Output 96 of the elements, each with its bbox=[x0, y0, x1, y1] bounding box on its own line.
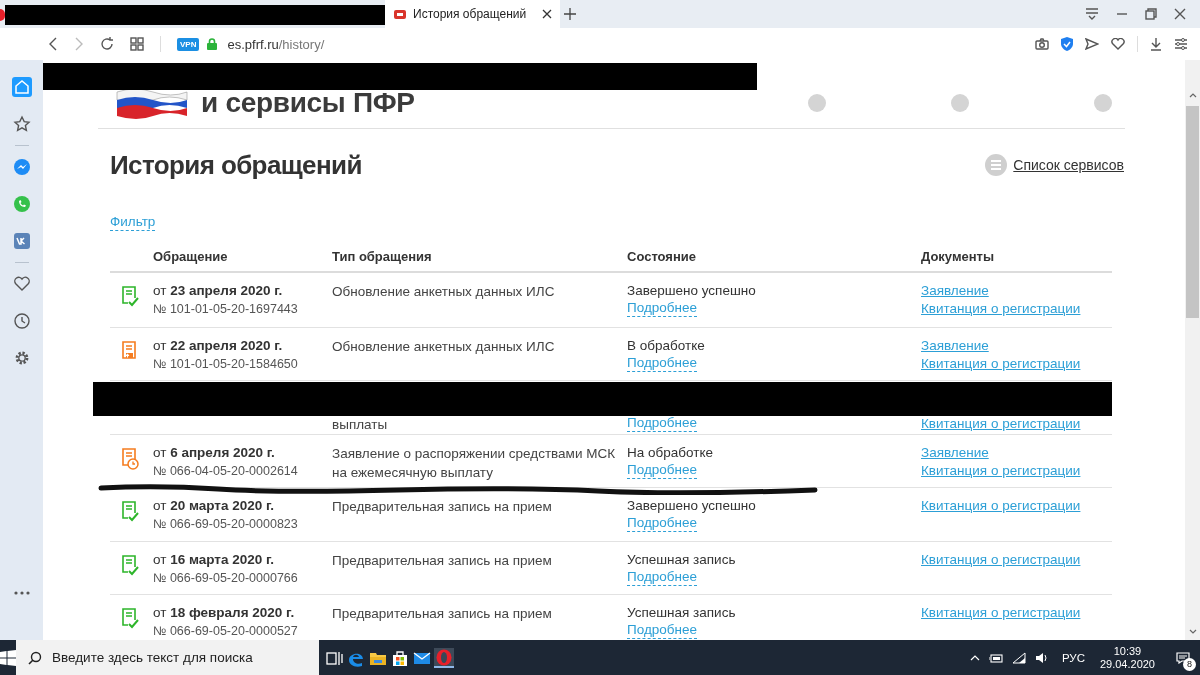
request-date: от 20 марта 2020 г. bbox=[153, 497, 275, 515]
request-type: Предварительная запись на прием bbox=[332, 551, 553, 570]
opera-app-icon[interactable] bbox=[434, 647, 454, 668]
column-header: Состояние bbox=[627, 249, 697, 266]
close-icon[interactable] bbox=[1174, 8, 1186, 20]
request-type: Предварительная запись на прием bbox=[332, 498, 553, 516]
check-document-icon bbox=[120, 608, 140, 630]
heart-icon[interactable] bbox=[1111, 38, 1125, 50]
back-icon[interactable] bbox=[48, 37, 58, 51]
request-status: В обработке bbox=[627, 336, 706, 355]
document-link[interactable]: Квитанция о регистрации bbox=[921, 461, 1081, 480]
column-header: Документы bbox=[921, 249, 996, 266]
scroll-down-icon[interactable] bbox=[1188, 629, 1197, 634]
star-icon[interactable] bbox=[11, 114, 32, 134]
request-status: Завершено успешно bbox=[627, 497, 757, 515]
check-document-icon bbox=[120, 501, 140, 523]
request-date: от 22 апреля 2020 г. bbox=[153, 336, 284, 355]
request-type: Заявление о распоряжении средствами МСК на ежемесячную выплату bbox=[332, 444, 617, 482]
chevron-up-icon[interactable] bbox=[969, 654, 980, 661]
battery-icon[interactable] bbox=[988, 652, 1003, 663]
messenger-icon[interactable] bbox=[11, 157, 32, 177]
document-link[interactable]: Заявление bbox=[921, 443, 989, 462]
document-link[interactable]: Квитанция о регистрации bbox=[921, 354, 1081, 373]
document-link[interactable]: Квитанция о регистрации bbox=[921, 497, 1081, 515]
send-icon[interactable] bbox=[1085, 38, 1099, 50]
check-document-icon bbox=[120, 554, 140, 577]
search-field[interactable]: Введите здесь текст для поиска bbox=[16, 640, 319, 675]
search-icon bbox=[28, 651, 42, 665]
column-header: Тип обращения bbox=[332, 249, 433, 266]
scrollbar-thumb[interactable] bbox=[1186, 106, 1199, 318]
request-status: Завершено успешно bbox=[627, 282, 757, 300]
document-link[interactable]: Квитанция о регистрации bbox=[921, 550, 1081, 569]
details-link[interactable]: Подробнее bbox=[627, 300, 697, 317]
request-type: Обновление анкетных данных ИЛС bbox=[332, 283, 556, 301]
request-date: от 16 марта 2020 г. bbox=[153, 550, 275, 569]
request-date: от 18 февраля 2020 г. bbox=[153, 604, 296, 622]
settings-icon[interactable] bbox=[1174, 38, 1188, 50]
language-indicator[interactable]: РУС bbox=[1061, 651, 1085, 664]
close-icon[interactable] bbox=[542, 9, 552, 19]
request-type: выплаты bbox=[332, 416, 389, 434]
browser-tab[interactable]: История обращений bbox=[385, 0, 560, 28]
camera-icon[interactable] bbox=[1035, 38, 1049, 50]
windows-start-icon[interactable] bbox=[0, 649, 16, 666]
request-number: № 066-04-05-20-0002614 bbox=[153, 462, 299, 480]
vpn-badge[interactable]: VPN bbox=[177, 37, 200, 51]
vk-icon[interactable] bbox=[11, 231, 32, 251]
clock-document-icon bbox=[120, 447, 140, 470]
request-date: от 6 апреля 2020 г. bbox=[153, 443, 276, 462]
request-type: Предварительная запись на прием bbox=[332, 605, 553, 623]
request-number: № 101-01-05-20-1697443 bbox=[153, 301, 299, 318]
new-tab-icon[interactable] bbox=[564, 8, 576, 20]
scrollbar[interactable] bbox=[1185, 60, 1200, 640]
site-logo-text: и сервисы ПФР bbox=[201, 87, 415, 119]
tab-menu-icon[interactable] bbox=[1085, 8, 1099, 20]
clock-time[interactable]: 10:39 bbox=[1113, 644, 1142, 658]
request-status: Успешная запись bbox=[627, 604, 737, 622]
request-status: На обработке bbox=[627, 443, 714, 462]
more-icon[interactable] bbox=[13, 591, 30, 595]
page-title: История обращений bbox=[110, 149, 362, 181]
home-icon[interactable] bbox=[11, 77, 32, 97]
notification-button[interactable]: 8 bbox=[1170, 640, 1196, 675]
clock-date[interactable]: 29.04.2020 bbox=[1099, 657, 1155, 671]
document-link[interactable]: Квитанция о регистрации bbox=[921, 604, 1081, 622]
opera-logo-icon bbox=[0, 9, 5, 21]
column-header: Обращение bbox=[153, 249, 229, 266]
document-link[interactable]: Заявление bbox=[921, 336, 989, 355]
check-document-icon bbox=[120, 286, 140, 308]
favicon-icon bbox=[393, 8, 407, 20]
request-date: от 23 апреля 2020 г. bbox=[153, 282, 284, 300]
request-number: № 066-69-05-20-0000766 bbox=[153, 569, 299, 587]
services-link[interactable]: Список сервисов bbox=[1013, 157, 1124, 173]
url-text[interactable]: es.pfrf.ru/history/ bbox=[227, 36, 325, 52]
reload-icon[interactable] bbox=[100, 37, 114, 51]
request-number: № 066-69-05-20-0000527 bbox=[153, 623, 299, 640]
shield-icon[interactable] bbox=[1061, 37, 1073, 51]
details-link[interactable]: Подробнее bbox=[627, 568, 697, 586]
details-link[interactable]: Подробнее bbox=[627, 461, 697, 479]
request-status: Успешная запись bbox=[627, 550, 737, 569]
details-link[interactable]: Подробнее bbox=[627, 354, 697, 372]
restore-icon[interactable] bbox=[1145, 8, 1157, 20]
document-link[interactable]: Квитанция о регистрации bbox=[921, 300, 1081, 318]
scroll-up-icon[interactable] bbox=[1188, 93, 1197, 98]
details-link[interactable]: Подробнее bbox=[627, 515, 697, 532]
download-icon[interactable] bbox=[1150, 37, 1162, 51]
request-number: № 066-69-05-20-0000823 bbox=[153, 516, 299, 533]
volume-icon[interactable] bbox=[1034, 651, 1049, 664]
request-type: Обновление анкетных данных ИЛС bbox=[332, 337, 556, 356]
clock-icon[interactable] bbox=[11, 311, 32, 331]
document-link[interactable]: Квитанция о регистрации bbox=[921, 415, 1081, 433]
grid-icon[interactable] bbox=[130, 37, 144, 51]
details-link[interactable]: Подробнее bbox=[627, 622, 697, 639]
request-number: № 101-01-05-20-1584650 bbox=[153, 355, 299, 373]
filter-link[interactable]: Фильтр bbox=[110, 214, 156, 231]
lock-icon bbox=[207, 38, 218, 50]
notification-count: 8 bbox=[1183, 658, 1196, 671]
document-link[interactable]: Заявление bbox=[921, 282, 989, 300]
